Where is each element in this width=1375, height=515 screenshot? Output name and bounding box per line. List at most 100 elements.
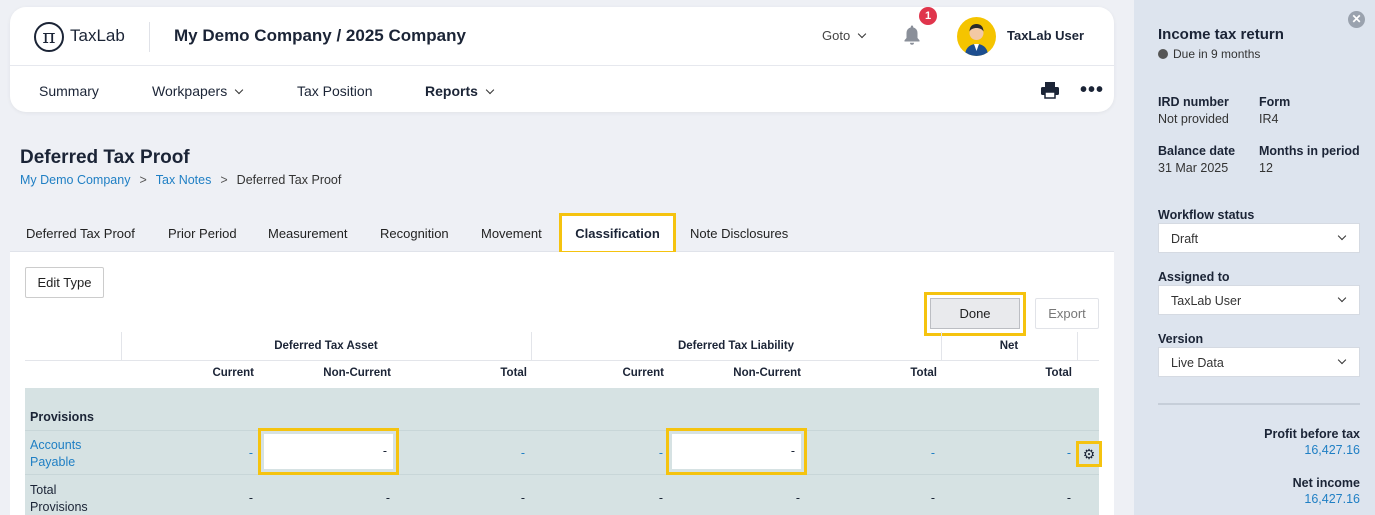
nav-summary[interactable]: Summary — [39, 83, 99, 99]
page-title: Deferred Tax Proof — [20, 147, 190, 168]
cell-liability-total[interactable]: - — [895, 446, 935, 460]
row-label-total-provisions: Total Provisions — [30, 483, 88, 514]
tab-bar: Deferred Tax Proof Prior Period Measurem… — [10, 211, 1114, 254]
liability-noncurrent-highlight: - — [666, 428, 807, 475]
cell-total-asset-current: - — [248, 491, 253, 505]
tab-classification[interactable]: Classification — [559, 213, 676, 254]
group-header-asset: Deferred Tax Asset — [274, 340, 378, 352]
cell-total-net-total: - — [1066, 491, 1071, 505]
classification-panel: Edit Type Done Export Deferred Tax Asset… — [10, 252, 1114, 515]
nav-reports-label: Reports — [425, 83, 478, 99]
section-header-provisions: Provisions — [30, 410, 94, 424]
col-header-asset-total: Total — [500, 367, 527, 379]
net-income-label: Net income — [1292, 476, 1360, 490]
row-label-accounts-payable[interactable]: Accounts Payable — [30, 437, 110, 471]
goto-label: Goto — [822, 28, 851, 43]
breadcrumb-separator: > — [139, 173, 147, 187]
ird-value: Not provided — [1158, 112, 1229, 126]
printer-icon[interactable] — [1040, 80, 1060, 100]
cell-net-total[interactable]: - — [1031, 446, 1071, 460]
months-value: 12 — [1259, 161, 1273, 175]
col-header-liability-current: Current — [622, 367, 664, 379]
asset-noncurrent-highlight: - — [258, 428, 399, 475]
user-name: TaxLab User — [1007, 28, 1085, 43]
workflow-value: Draft — [1171, 232, 1199, 246]
liability-noncurrent-input[interactable]: - — [672, 434, 801, 469]
form-value: IR4 — [1259, 112, 1279, 126]
version-label: Version — [1158, 332, 1204, 346]
edit-type-button[interactable]: Edit Type — [25, 267, 104, 298]
column-divider — [1077, 332, 1078, 360]
balance-date-label: Balance date — [1158, 144, 1236, 158]
sidebar-title: Income tax return — [1158, 26, 1284, 43]
tab-prior-period[interactable]: Prior Period — [168, 226, 237, 241]
cell-asset-current[interactable]: - — [213, 446, 253, 460]
version-value: Live Data — [1171, 356, 1224, 370]
bell-icon[interactable] — [903, 24, 921, 46]
gear-highlight: ⚙ — [1076, 441, 1102, 467]
row-divider — [25, 430, 1099, 431]
due-status: Due in 9 months — [1158, 47, 1260, 61]
net-income-value[interactable]: 16,427.16 — [1158, 492, 1360, 506]
tab-movement[interactable]: Movement — [481, 226, 542, 241]
profit-before-tax-value[interactable]: 16,427.16 — [1158, 443, 1360, 457]
chevron-down-icon — [1337, 355, 1347, 365]
cell-total-liability-noncurrent: - — [795, 491, 800, 505]
col-header-liability-noncurrent: Non-Current — [733, 367, 801, 379]
cell-asset-total[interactable]: - — [485, 446, 525, 460]
user-avatar-icon — [965, 24, 988, 56]
tab-recognition[interactable]: Recognition — [380, 226, 449, 241]
nav-workpapers[interactable]: Workpapers — [152, 83, 244, 99]
assigned-value: TaxLab User — [1171, 294, 1242, 308]
ird-label: IRD number — [1158, 95, 1229, 109]
tab-deferred-tax-proof[interactable]: Deferred Tax Proof — [26, 226, 135, 241]
breadcrumb-separator: > — [220, 173, 228, 187]
form-label: Form — [1259, 95, 1291, 109]
cell-total-asset-total: - — [520, 491, 525, 505]
balance-date-value: 31 Mar 2025 — [1158, 161, 1229, 175]
breadcrumb-tax-notes[interactable]: Tax Notes — [156, 173, 212, 187]
workflow-label: Workflow status — [1158, 208, 1255, 222]
table-body — [25, 388, 1099, 515]
breadcrumb-current: Deferred Tax Proof — [236, 173, 342, 187]
sidebar-divider — [1158, 403, 1360, 405]
cell-total-asset-noncurrent: - — [385, 491, 390, 505]
company-title: My Demo Company / 2025 Company — [174, 26, 466, 45]
export-button[interactable]: Export — [1035, 298, 1099, 329]
chevron-down-icon — [1337, 231, 1347, 241]
cell-liability-current[interactable]: - — [623, 446, 663, 460]
assigned-select[interactable]: TaxLab User — [1158, 285, 1360, 315]
asset-noncurrent-input[interactable]: - — [264, 434, 393, 469]
tab-note-disclosures[interactable]: Note Disclosures — [690, 226, 788, 241]
top-header-card: π TaxLab My Demo Company / 2025 Company … — [10, 7, 1114, 112]
col-header-asset-noncurrent: Non-Current — [323, 367, 391, 379]
group-header-net: Net — [999, 340, 1019, 352]
chevron-down-icon — [1337, 293, 1347, 303]
due-text: Due in 9 months — [1173, 47, 1261, 61]
more-icon[interactable]: ••• — [1080, 79, 1104, 102]
close-icon[interactable]: ✕ — [1348, 11, 1365, 28]
tab-measurement[interactable]: Measurement — [268, 226, 347, 241]
cell-total-liability-current: - — [658, 491, 663, 505]
nav-tax-position[interactable]: Tax Position — [297, 83, 372, 99]
chevron-down-icon — [485, 85, 495, 95]
avatar[interactable] — [957, 17, 996, 56]
gear-icon[interactable]: ⚙ — [1079, 444, 1099, 464]
version-select[interactable]: Live Data — [1158, 347, 1360, 377]
breadcrumb: My Demo Company > Tax Notes > Deferred Tax P… — [20, 173, 341, 187]
breadcrumb-company[interactable]: My Demo Company — [20, 173, 130, 187]
goto-dropdown[interactable]: Goto — [822, 28, 867, 43]
nav-reports[interactable]: Reports — [425, 83, 495, 99]
nav-workpapers-label: Workpapers — [152, 83, 228, 99]
chevron-down-icon — [857, 29, 867, 39]
notification-badge: 1 — [919, 7, 937, 25]
done-button[interactable]: Done — [930, 298, 1020, 329]
profit-before-tax-label: Profit before tax — [1264, 427, 1360, 441]
clock-icon — [1158, 49, 1168, 59]
workflow-select[interactable]: Draft — [1158, 223, 1360, 253]
done-button-highlight: Done — [924, 292, 1026, 336]
row-divider — [25, 474, 1099, 475]
logo-text: TaxLab — [70, 26, 125, 45]
header-divider — [149, 22, 150, 52]
months-label: Months in period — [1259, 144, 1360, 158]
